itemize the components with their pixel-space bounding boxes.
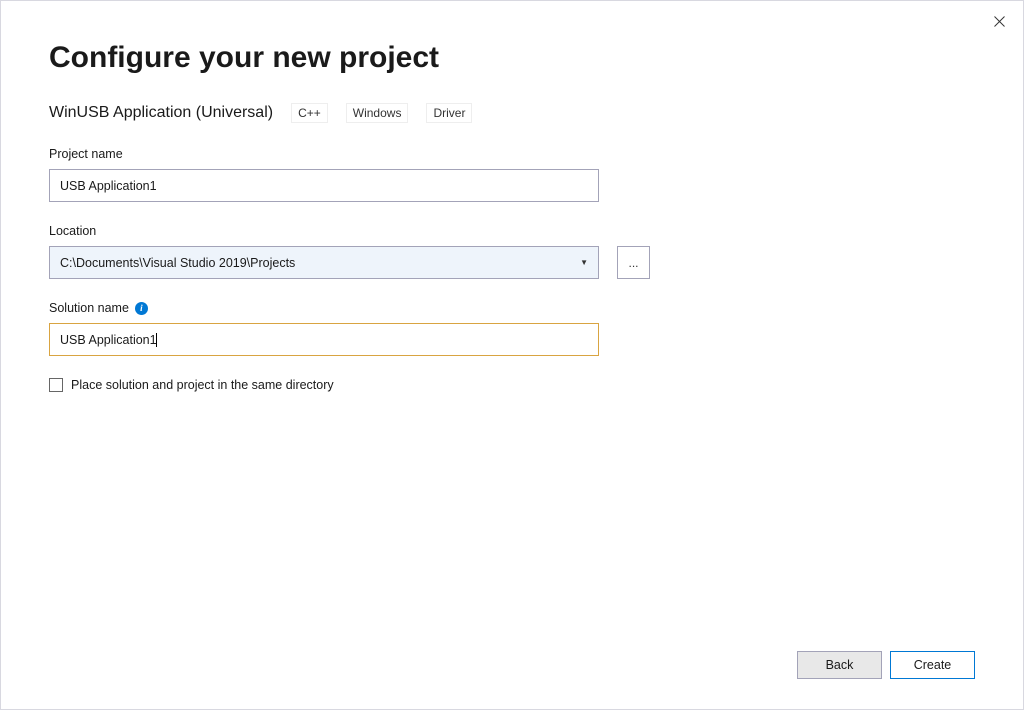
close-button[interactable] [987,9,1011,33]
info-icon[interactable]: i [135,302,148,315]
project-name-label: Project name [49,147,975,161]
page-title: Configure your new project [49,41,975,75]
template-tag: Driver [426,103,472,123]
project-name-input[interactable] [49,169,599,202]
text-cursor [156,333,157,347]
footer-buttons: Back Create [797,651,975,679]
create-button[interactable]: Create [890,651,975,679]
same-directory-label[interactable]: Place solution and project in the same d… [71,378,334,392]
location-value: C:\Documents\Visual Studio 2019\Projects [60,256,295,270]
back-button[interactable]: Back [797,651,882,679]
template-tag: C++ [291,103,328,123]
template-tag: Windows [346,103,409,123]
solution-name-value: USB Application1 [60,333,157,347]
same-directory-checkbox[interactable] [49,378,63,392]
chevron-down-icon: ▼ [580,258,588,267]
close-icon [994,16,1005,27]
template-name: WinUSB Application (Universal) [49,104,273,122]
solution-name-input[interactable]: USB Application1 [49,323,599,356]
solution-name-label: Solution name i [49,301,975,315]
location-dropdown[interactable]: C:\Documents\Visual Studio 2019\Projects… [49,246,599,279]
solution-name-label-text: Solution name [49,301,129,315]
browse-button[interactable]: ... [617,246,650,279]
template-info-row: WinUSB Application (Universal) C++ Windo… [49,103,975,123]
location-label: Location [49,224,975,238]
